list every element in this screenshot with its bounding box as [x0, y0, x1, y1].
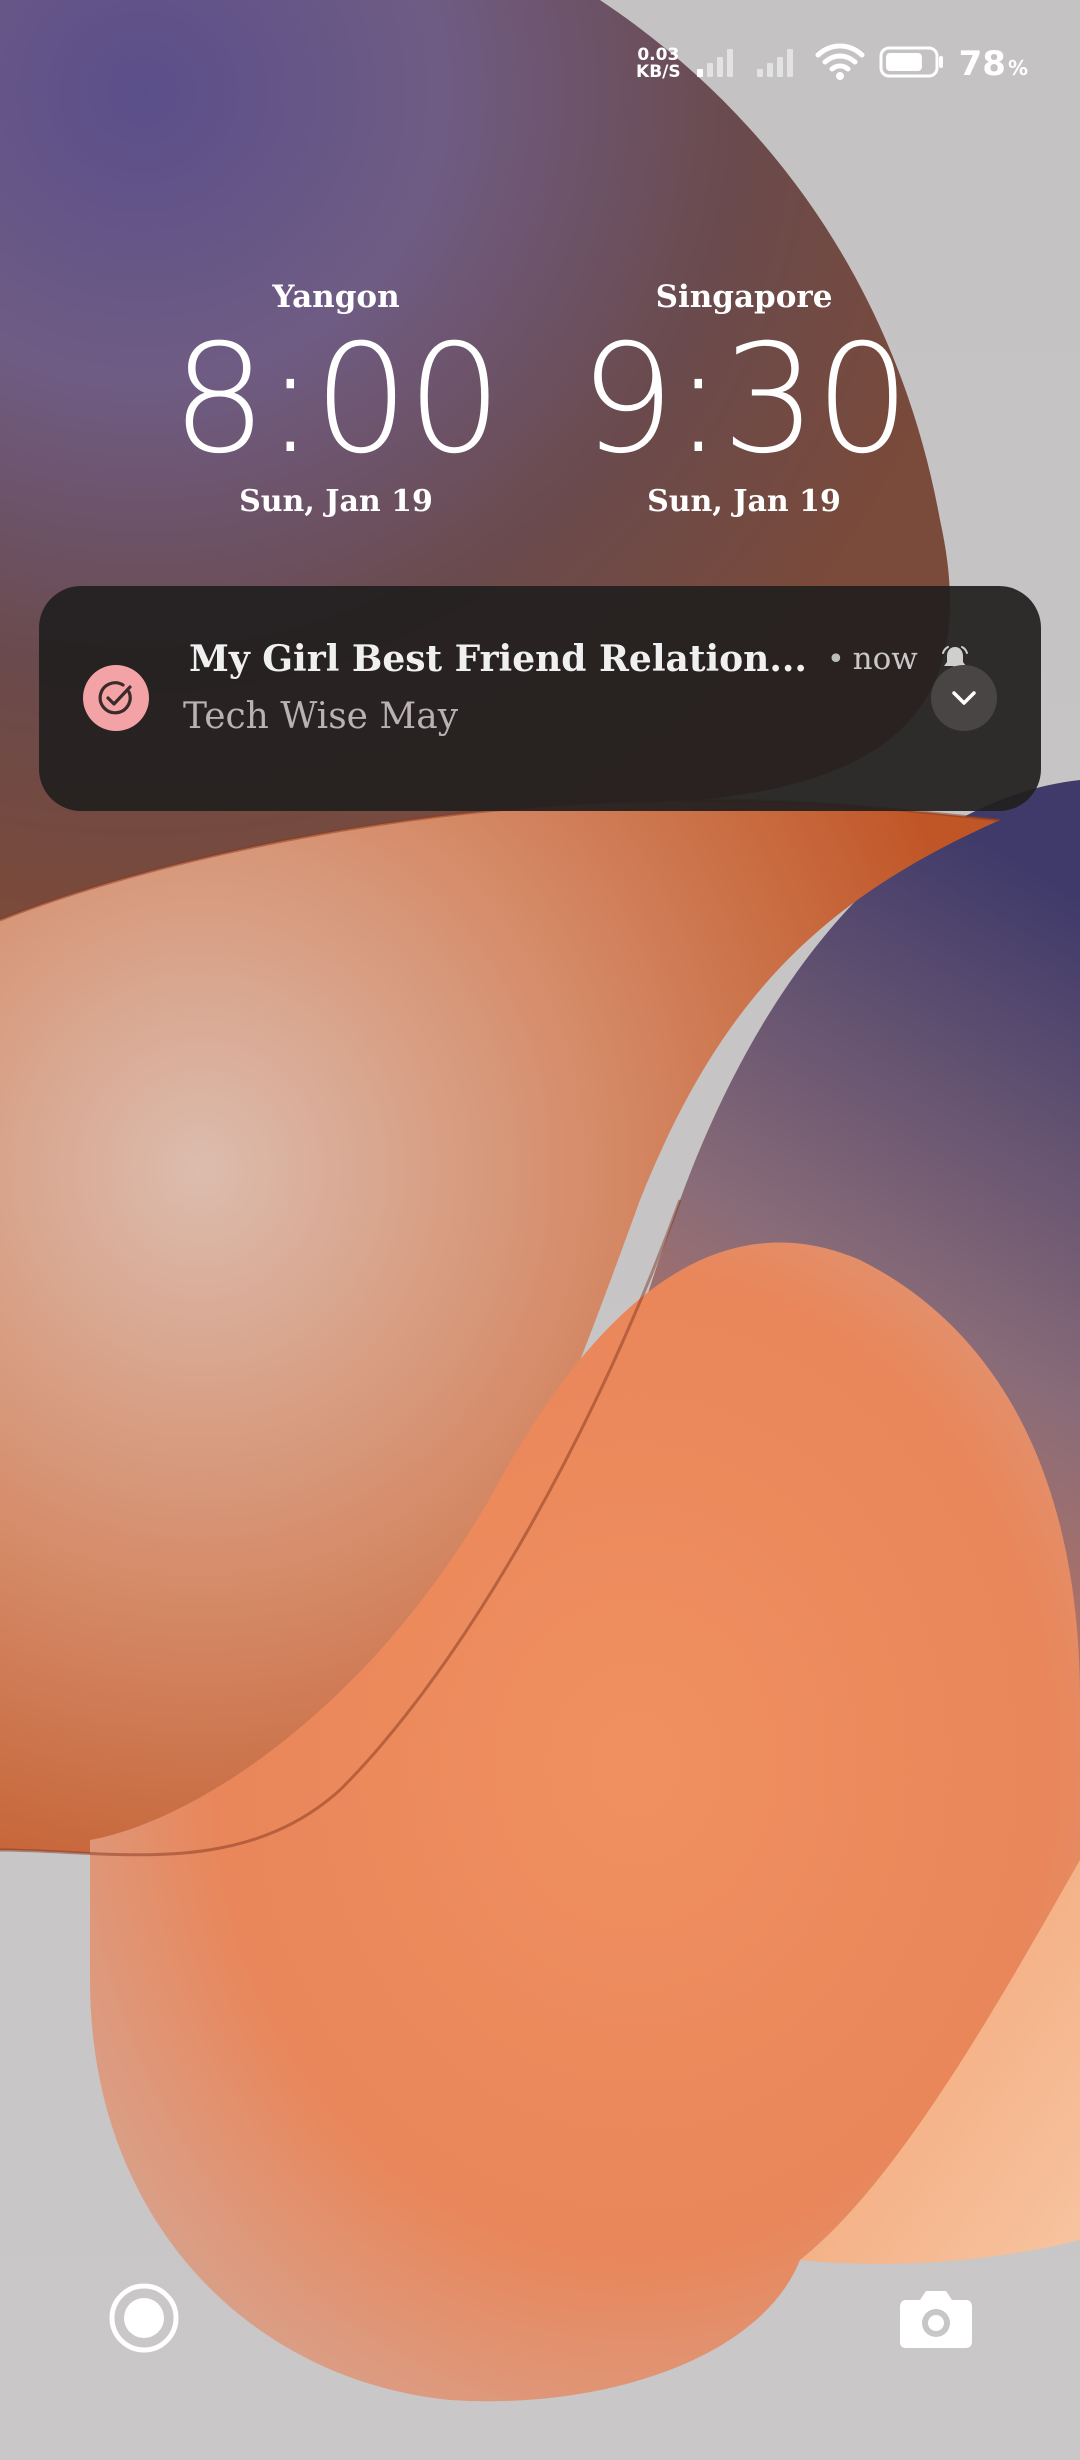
- clock-date: Sun, Jan 19: [647, 484, 841, 519]
- notification-body: Tech Wise May: [183, 696, 459, 737]
- voice-assistant-icon[interactable]: [108, 2282, 180, 2354]
- signal-2-icon: [755, 45, 801, 83]
- network-speed: 0.03 KB/S: [636, 47, 681, 81]
- battery-icon: [879, 45, 945, 83]
- notification-time: now: [852, 641, 918, 677]
- clock-date: Sun, Jan 19: [239, 484, 433, 519]
- clock-city: Singapore: [655, 279, 833, 315]
- camera-icon[interactable]: [898, 2282, 974, 2354]
- network-speed-unit: KB/S: [636, 62, 681, 82]
- clock-singapore[interactable]: Singapore 9:30 Sun, Jan 19: [564, 276, 924, 519]
- notification-card[interactable]: My Girl Best Friend Relation... • now Te…: [39, 586, 1041, 811]
- chevron-down-icon[interactable]: [931, 665, 997, 731]
- battery-percent-value: 78: [958, 44, 1006, 84]
- battery-percentage: 78 %: [959, 44, 1028, 84]
- clock-yangon[interactable]: Yangon 8:00 Sun, Jan 19: [156, 276, 516, 519]
- clock-time: 9:30: [579, 313, 911, 487]
- signal-1-icon: [695, 45, 741, 83]
- notification-separator: •: [826, 641, 845, 677]
- notification-header: My Girl Best Friend Relation... • now: [189, 638, 970, 680]
- clock-city: Yangon: [272, 279, 400, 315]
- wifi-icon: [815, 43, 865, 85]
- battery-percent-sign: %: [1007, 56, 1028, 80]
- notification-title: My Girl Best Friend Relation...: [189, 638, 807, 680]
- check-circle-icon: [83, 665, 149, 731]
- lock-screen: 0.03 KB/S 78 % Yangon 8:00 Sun, Jan 19 S…: [0, 0, 1080, 2460]
- status-bar: 0.03 KB/S 78 %: [636, 38, 1028, 90]
- clock-time: 8:00: [171, 313, 503, 487]
